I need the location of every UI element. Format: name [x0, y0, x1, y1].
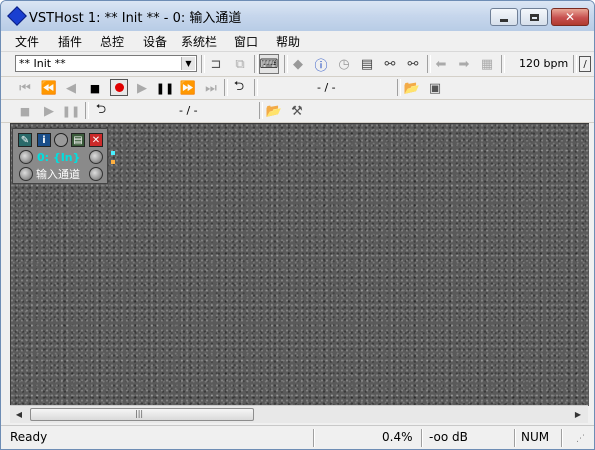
preset-select[interactable]: ** Init ** ▼: [15, 55, 197, 72]
minimize-icon: [500, 18, 508, 22]
fast-forward-icon[interactable]: ⏩: [180, 79, 196, 97]
minimize-button[interactable]: [490, 8, 518, 26]
window-title: VSTHost 1: ** Init ** - 0: 输入通道: [29, 11, 242, 26]
forward-arrow-icon[interactable]: ➡: [455, 55, 473, 73]
copy-icon[interactable]: ⧉: [231, 55, 249, 73]
toolbar-separator: [201, 55, 205, 73]
tempo-display[interactable]: 120 bpm: [519, 57, 569, 70]
plugin-input-channel[interactable]: ✎ i ▤ ✕ 0: {In} 输入通道: [12, 128, 108, 184]
record-icon: [114, 83, 124, 92]
player-loop-icon[interactable]: ⮌: [93, 102, 109, 120]
toolbar-separator: [224, 79, 228, 96]
diamond-icon[interactable]: ◆: [289, 55, 307, 73]
status-separator: [313, 429, 315, 447]
level-meter: -oo dB: [429, 430, 468, 444]
player-stop-icon[interactable]: ■: [17, 102, 33, 120]
horizontal-scrollbar[interactable]: ◀ ||| ▶: [10, 405, 588, 423]
menu-devices[interactable]: 设备: [143, 33, 167, 50]
menu-window[interactable]: 窗口: [234, 33, 258, 50]
toolbar-separator: [397, 79, 401, 96]
grip-icon: |||: [135, 409, 144, 418]
plugin-properties-icon[interactable]: ▤: [71, 133, 85, 147]
toolbar-separator: [501, 55, 505, 73]
edit-icon[interactable]: ✎: [18, 133, 32, 147]
toolbar-separator: [427, 55, 431, 73]
menu-file[interactable]: 文件: [15, 33, 39, 50]
menu-plugins[interactable]: 插件: [58, 33, 82, 50]
toolbar-separator: [573, 55, 577, 73]
close-icon: ✕: [564, 10, 576, 24]
toolbar-separator: [254, 55, 258, 73]
maximize-button[interactable]: [520, 8, 548, 26]
player-play-icon[interactable]: ▶: [41, 102, 57, 120]
input-knob-icon[interactable]: [19, 150, 33, 164]
status-separator: [514, 429, 516, 447]
plugin-info-icon[interactable]: i: [37, 133, 51, 147]
menu-system-bar[interactable]: 系统栏: [181, 33, 217, 50]
skip-to-end-icon[interactable]: ⏭: [203, 79, 219, 97]
chevron-down-icon: ▼: [181, 57, 195, 70]
status-bar: Ready 0.4% -oo dB NUM ⋰: [1, 425, 594, 449]
bypass-icon[interactable]: [54, 133, 68, 147]
cut-icon[interactable]: ⊐: [207, 55, 225, 73]
close-button[interactable]: ✕: [551, 8, 589, 26]
player-open-icon[interactable]: 📂: [265, 102, 283, 120]
bank-icon[interactable]: ▦: [478, 55, 496, 73]
plugin-name: 输入通道: [36, 168, 80, 181]
plugin-close-icon[interactable]: ✕: [89, 133, 103, 147]
open-folder-icon[interactable]: 📂: [403, 79, 421, 97]
time-signature-icon[interactable]: /: [579, 56, 591, 72]
title-bar[interactable]: VSTHost 1: ** Init ** - 0: 输入通道 ✕: [1, 1, 594, 31]
preset-value: ** Init **: [19, 57, 66, 70]
step-back-icon[interactable]: ◀: [63, 79, 79, 97]
status-text: Ready: [10, 430, 48, 444]
scroll-left-icon[interactable]: ◀: [12, 408, 26, 421]
midi-keyboard-icon[interactable]: ⌨: [259, 54, 279, 74]
clock-icon[interactable]: ◷: [335, 55, 353, 73]
record-button[interactable]: [110, 79, 128, 96]
menu-master[interactable]: 总控: [100, 33, 124, 50]
toolbar-separator: [284, 55, 288, 73]
player-settings-icon[interactable]: ⚒: [288, 102, 306, 120]
chain-icon[interactable]: ⚯: [381, 55, 399, 73]
player-pause-icon[interactable]: ❚❚: [62, 102, 80, 120]
toolbar-transport: ⏮ ⏪ ◀ ■ ▶ ❚❚ ⏩ ⏭ ⮌ - / - 📂 ▣: [1, 77, 594, 100]
midi-out-icon[interactable]: [89, 167, 103, 181]
chain-icon[interactable]: ⚯: [404, 55, 422, 73]
skip-to-start-icon[interactable]: ⏮: [17, 79, 33, 97]
scroll-right-icon[interactable]: ▶: [571, 408, 585, 421]
plugin-channel: 0: {In}: [37, 151, 81, 164]
loop-icon[interactable]: ⮌: [231, 79, 247, 97]
resize-grip-icon[interactable]: ⋰: [576, 434, 585, 444]
midi-pin[interactable]: [111, 160, 115, 164]
cpu-load: 0.4%: [382, 430, 413, 444]
toolbar-separator: [85, 102, 89, 119]
toolbar-main: ** Init ** ▼ ⊐ ⧉ ⌨ ◆ ⓘ ◷ ▤ ⚯ ⚯ ⬅ ➡ ▦ 120…: [1, 52, 594, 77]
toolbar-separator: [254, 79, 258, 96]
song-position: - / -: [317, 81, 336, 94]
output-pin[interactable]: [111, 151, 115, 155]
output-knob-icon[interactable]: [89, 150, 103, 164]
toolbar-separator: [259, 102, 263, 119]
save-file-icon[interactable]: ▣: [426, 79, 444, 97]
menu-help[interactable]: 帮助: [276, 33, 300, 50]
maximize-icon: [529, 13, 539, 21]
stop-icon[interactable]: ■: [87, 79, 103, 97]
main-window: VSTHost 1: ** Init ** - 0: 输入通道 ✕ 文件 插件 …: [0, 0, 595, 450]
status-separator: [421, 429, 423, 447]
info-icon[interactable]: ⓘ: [312, 55, 330, 74]
app-icon[interactable]: [7, 6, 27, 26]
properties-icon[interactable]: ▤: [358, 55, 376, 73]
toolbar-player: ■ ▶ ❚❚ ⮌ - / - 📂 ⚒: [1, 100, 594, 123]
scroll-thumb[interactable]: |||: [30, 408, 254, 421]
play-icon[interactable]: ▶: [134, 79, 150, 97]
rewind-icon[interactable]: ⏪: [41, 79, 57, 97]
back-arrow-icon[interactable]: ⬅: [432, 55, 450, 73]
num-lock-indicator: NUM: [521, 430, 550, 444]
menu-bar: 文件 插件 总控 设备 系统栏 窗口 帮助: [1, 31, 594, 52]
status-separator: [561, 429, 563, 447]
player-position: - / -: [179, 104, 198, 117]
pause-icon[interactable]: ❚❚: [156, 79, 174, 97]
midi-in-icon[interactable]: [19, 167, 33, 181]
